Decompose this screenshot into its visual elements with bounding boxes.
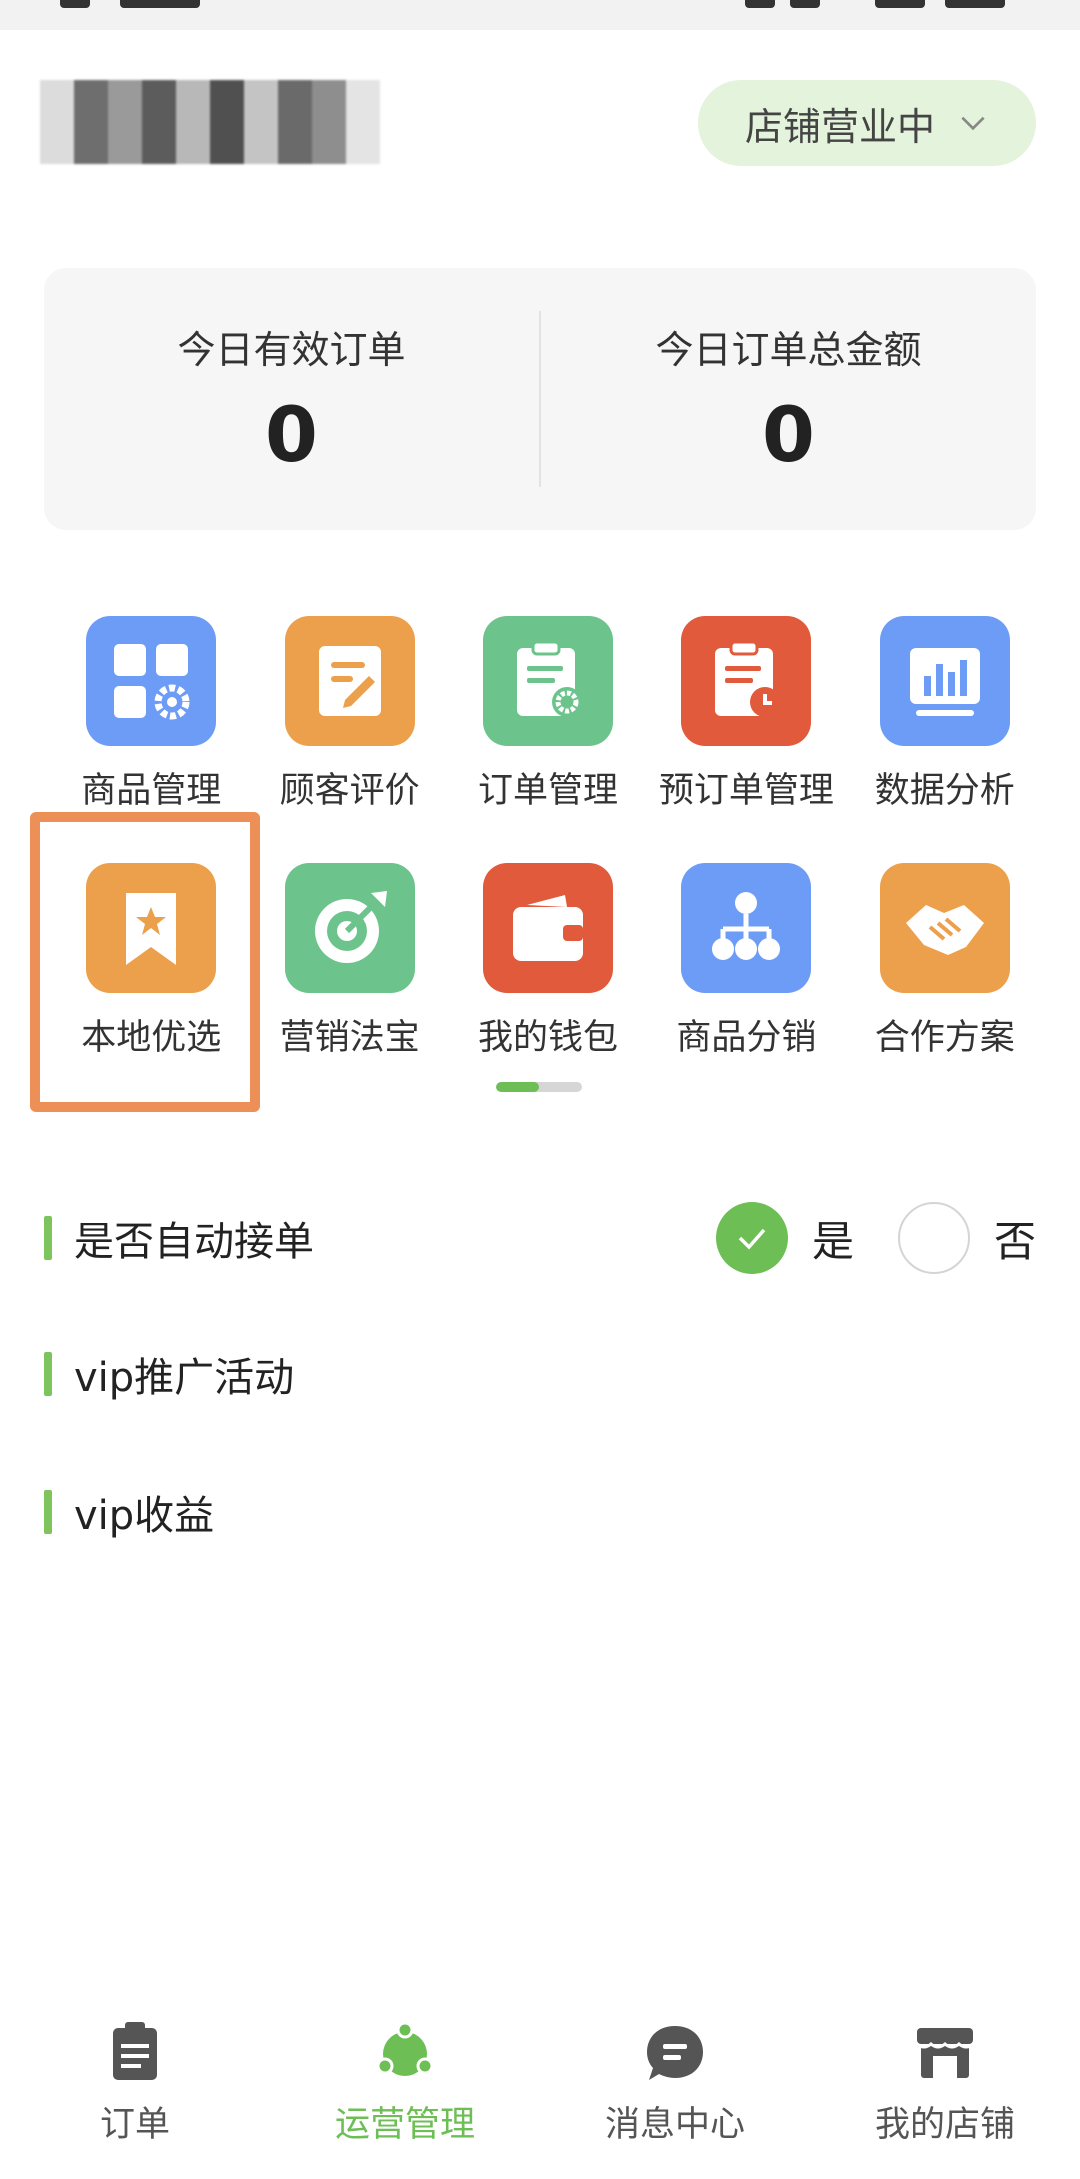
operations-icon [376,2021,434,2076]
menu-product-distribution[interactable]: 商品分销 [647,863,845,1060]
menu-preorder-management[interactable]: 预订单管理 [647,616,845,813]
chat-bubble-icon [647,2026,703,2080]
tab-label: 运营管理 [334,2105,475,2145]
clipboard-list-icon [113,2022,157,2080]
wallet-icon [482,863,613,993]
vip-promo-label: vip推广活动 [74,1355,295,1401]
note-pen-icon [284,616,415,746]
storefront-icon [916,2028,974,2078]
section-marker [44,1490,52,1534]
menu-customer-reviews[interactable]: 顾客评价 [250,616,448,813]
auto-accept-label: 是否自动接单 [74,1219,314,1265]
menu-my-wallet[interactable]: 我的钱包 [449,863,647,1060]
grid-gear-icon [86,616,217,746]
status-bar [0,0,1080,30]
page-indicator-active [496,1082,539,1092]
auto-accept-no-option[interactable]: 否 [897,1202,1036,1274]
clipboard-clock-icon [681,616,812,746]
menu-label: 商品管理 [81,771,222,811]
tab-label: 消息中心 [604,2105,745,2145]
menu-label: 商品分销 [676,1018,817,1058]
tab-messages[interactable]: 消息中心 [540,2000,810,2179]
menu-data-analysis[interactable]: 数据分析 [846,616,1044,813]
vip-promo-setting[interactable]: vip推广活动 [44,1344,1036,1404]
clipboard-gear-icon [482,616,613,746]
shop-name-masked [40,80,380,164]
org-tree-icon [681,863,812,993]
total-amount-value: 0 [762,390,815,479]
auto-accept-yes-label: 是 [811,1216,854,1266]
auto-accept-radio-group: 是 否 [672,1202,1036,1274]
menu-label: 合作方案 [874,1018,1015,1058]
app-screen: 店铺营业中 今日有效订单 0 今日订单总金额 0 商品管理 顾客评价 订单管理 … [0,0,1080,2179]
chevron-down-icon [961,116,985,131]
menu-cooperation-plans[interactable]: 合作方案 [846,863,1044,1060]
target-arrow-icon [284,863,415,993]
menu-label: 预订单管理 [658,771,834,811]
valid-orders-label: 今日有效订单 [177,328,406,372]
section-marker [44,1216,52,1260]
total-amount-stat[interactable]: 今日订单总金额 0 [541,319,1036,479]
tab-label: 我的店铺 [874,2105,1015,2145]
vip-income-label: vip收益 [74,1493,215,1539]
tab-orders[interactable]: 订单 [0,2000,270,2179]
grid-page-indicator [496,1082,582,1092]
menu-order-management[interactable]: 订单管理 [449,616,647,813]
tab-my-store[interactable]: 我的店铺 [810,2000,1080,2179]
valid-orders-stat[interactable]: 今日有效订单 0 [44,319,539,479]
auto-accept-setting: 是否自动接单 是 否 [44,1202,1036,1274]
vip-income-setting[interactable]: vip收益 [44,1482,1036,1542]
shop-status-dropdown[interactable]: 店铺营业中 [698,80,1036,166]
menu-label: 数据分析 [874,771,1015,811]
handshake-icon [879,863,1010,993]
menu-label: 顾客评价 [279,771,420,811]
bar-chart-icon [879,616,1010,746]
tab-label: 订单 [99,2105,170,2145]
menu-label: 我的钱包 [477,1018,618,1058]
auto-accept-yes-option[interactable]: 是 [715,1202,854,1274]
shop-status-label: 店铺营业中 [744,104,935,149]
menu-marketing-tools[interactable]: 营销法宝 [250,863,448,1060]
bottom-tab-bar: 订单 运营管理 消息中心 我的店铺 [0,2000,1080,2179]
section-marker [44,1352,52,1396]
menu-product-management[interactable]: 商品管理 [52,616,250,813]
menu-label: 营销法宝 [279,1018,420,1058]
valid-orders-value: 0 [265,390,318,479]
menu-label: 订单管理 [477,771,618,811]
selection-highlight-box [30,812,260,1112]
today-stats-card: 今日有效订单 0 今日订单总金额 0 [44,268,1036,530]
auto-accept-no-label: 否 [993,1216,1036,1266]
total-amount-label: 今日订单总金额 [655,328,922,372]
radio-checked-icon[interactable] [715,1202,788,1274]
radio-unchecked-icon[interactable] [897,1202,970,1274]
tab-operations[interactable]: 运营管理 [270,2000,540,2179]
